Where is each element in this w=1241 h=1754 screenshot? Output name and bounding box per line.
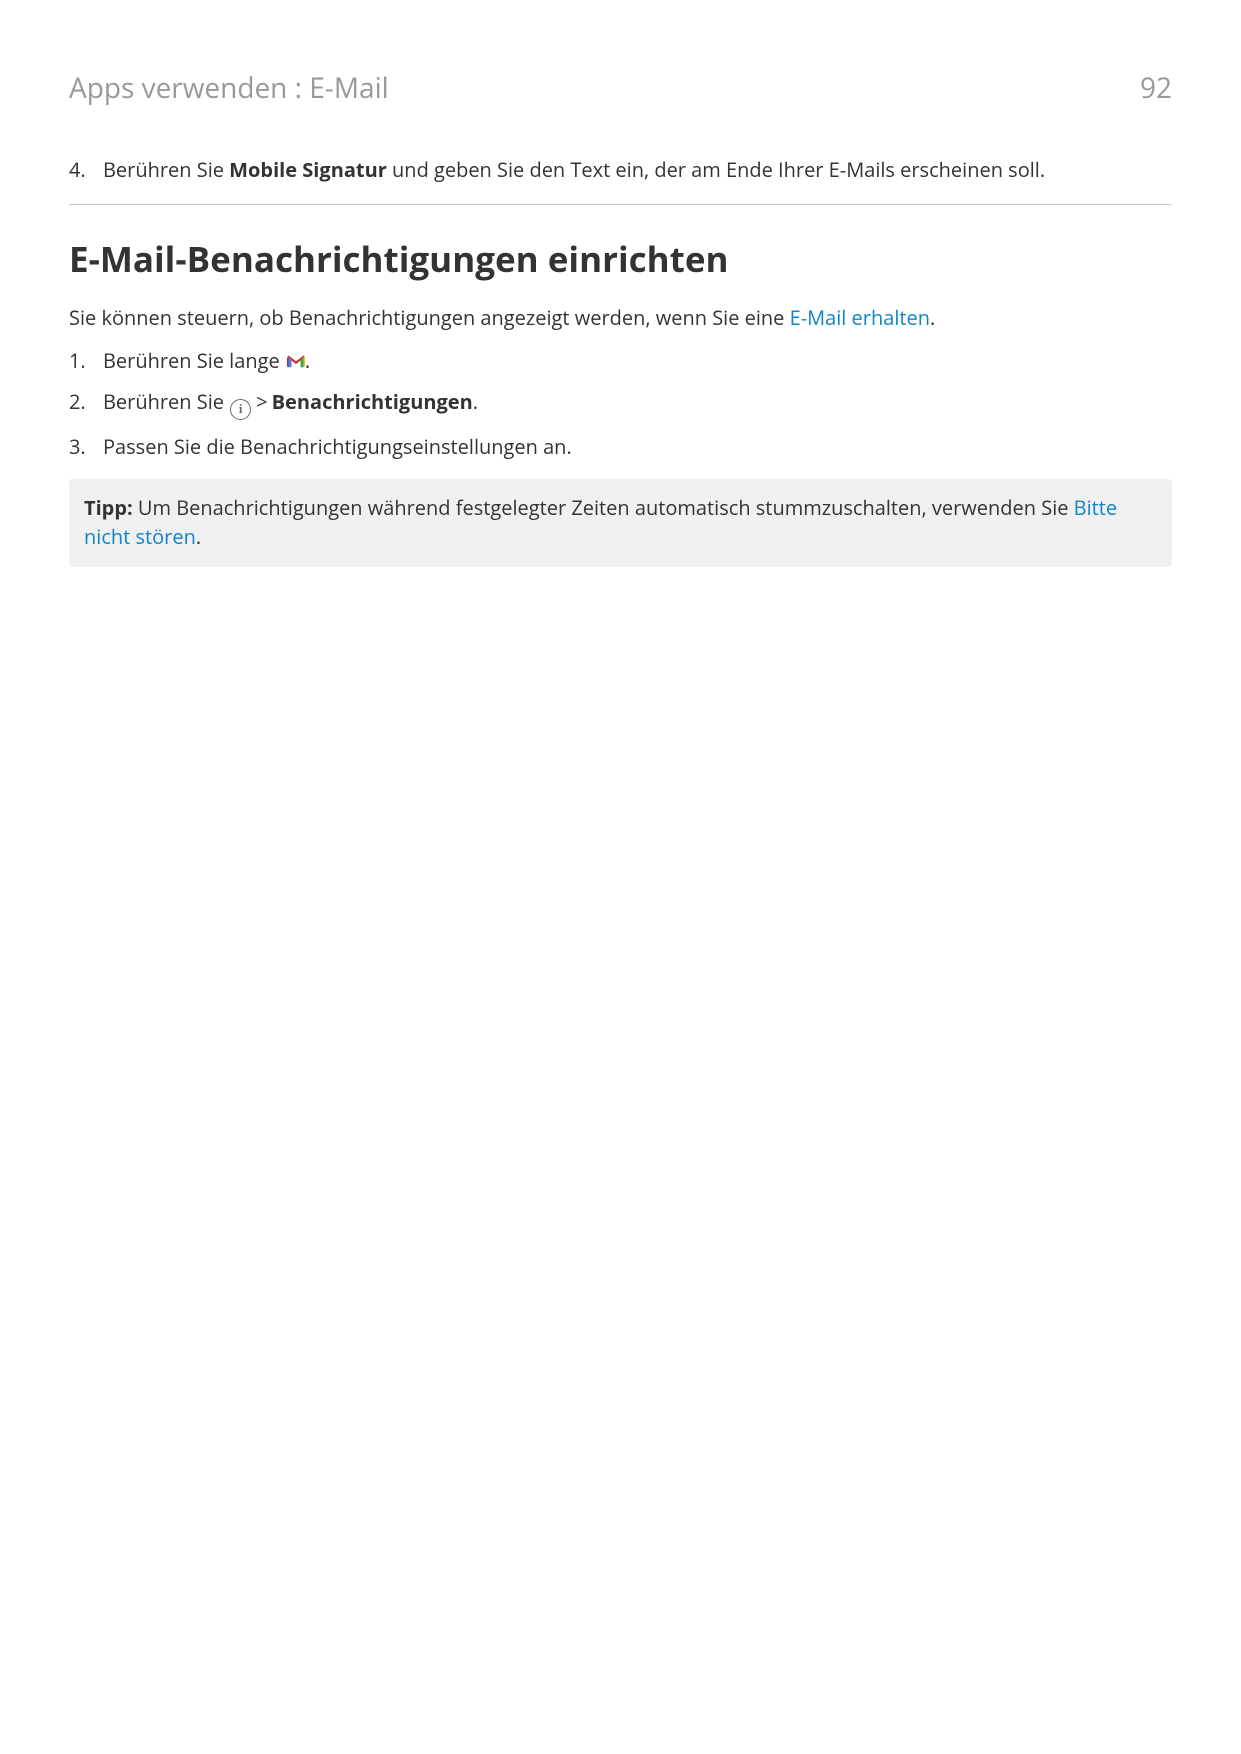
step-text: Berühren Sie i>Benachrichtigungen.: [103, 387, 1172, 420]
step-text: Berühren Sie lange .: [103, 346, 1172, 375]
text-segment: Sie können steuern, ob Benachrichtigunge…: [69, 304, 790, 331]
text-segment: Um Benachrichtigungen während festgelegt…: [138, 494, 1074, 521]
bold-text: Benachrichtigungen: [272, 388, 473, 415]
step-number: 3.: [69, 432, 103, 461]
gmail-icon: [287, 347, 305, 361]
page-number: 92: [1140, 68, 1172, 109]
text-segment: .: [930, 304, 935, 331]
section-divider: [69, 204, 1172, 205]
step-row: 1. Berühren Sie lange .: [69, 346, 1172, 375]
step-text: Berühren Sie Mobile Signatur und geben S…: [103, 155, 1172, 184]
email-receive-link[interactable]: E-Mail erhalten: [790, 304, 930, 331]
section-heading: E-Mail-Benachrichtigungen einrichten: [69, 235, 1172, 286]
text-segment: .: [196, 523, 201, 550]
info-icon: i: [230, 399, 251, 420]
tip-callout: Tipp: Um Benachrichtigungen während fest…: [69, 479, 1172, 567]
text-segment: .: [305, 347, 310, 374]
step-number: 4.: [69, 155, 103, 184]
chevron-right-symbol: >: [256, 388, 267, 415]
text-segment: .: [473, 388, 478, 415]
intro-paragraph: Sie können steuern, ob Benachrichtigunge…: [69, 303, 1172, 332]
text-segment: Berühren Sie lange: [103, 347, 285, 374]
text-segment: Berühren Sie: [103, 156, 229, 183]
text-segment: Berühren Sie: [103, 388, 229, 415]
step-text: Passen Sie die Benachrichtigungseinstell…: [103, 432, 1172, 461]
steps-list: 1. Berühren Sie lange . 2. Berühren Sie …: [69, 346, 1172, 461]
step-row: 2. Berühren Sie i>Benachrichtigungen.: [69, 387, 1172, 420]
pre-step-row: 4. Berühren Sie Mobile Signatur und gebe…: [69, 155, 1172, 184]
bold-text: Mobile Signatur: [229, 156, 387, 183]
step-row: 3. Passen Sie die Benachrichtigungseinst…: [69, 432, 1172, 461]
step-number: 1.: [69, 346, 103, 375]
text-segment: und geben Sie den Text ein, der am Ende …: [387, 156, 1045, 183]
step-number: 2.: [69, 387, 103, 420]
page-header: Apps verwenden : E-Mail 92: [69, 68, 1172, 109]
tip-label: Tipp:: [84, 494, 138, 521]
breadcrumb: Apps verwenden : E-Mail: [69, 68, 389, 109]
